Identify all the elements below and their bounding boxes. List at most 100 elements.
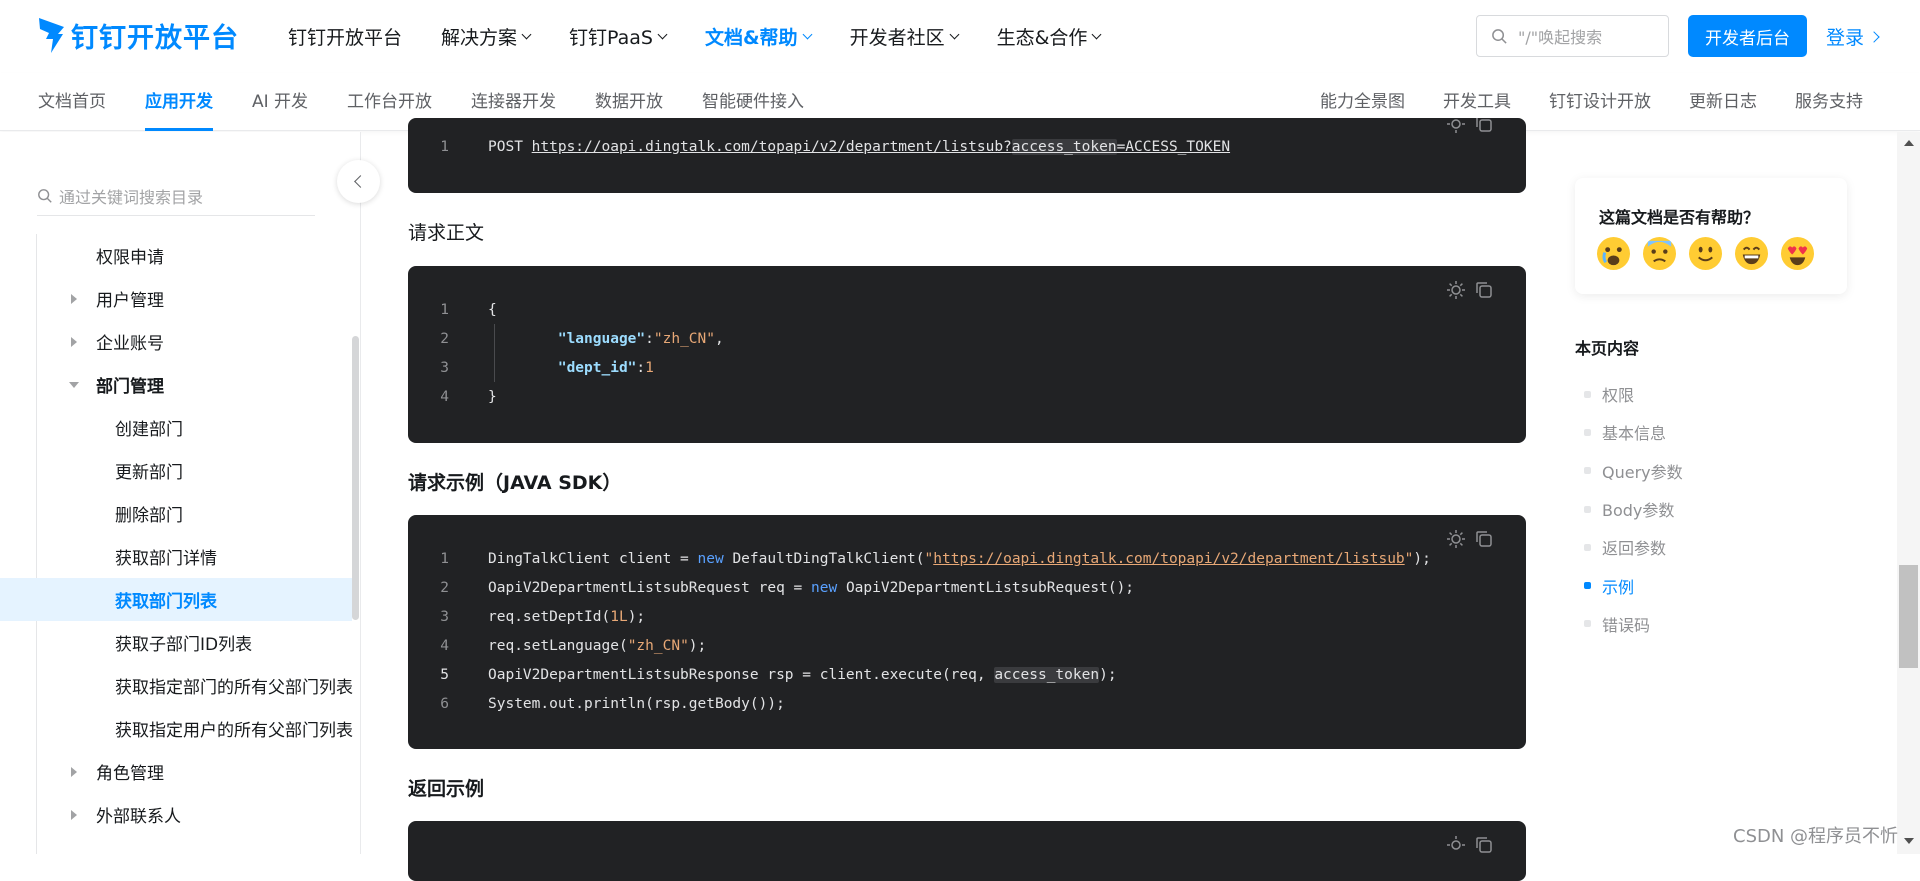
nav-dingtalk-open-platform[interactable]: 钉钉开放平台 bbox=[288, 23, 402, 50]
logo-text: 钉钉开放平台 bbox=[71, 22, 239, 54]
copy-icon[interactable] bbox=[1474, 529, 1494, 549]
code-line: 3 "dept_id":1 bbox=[440, 359, 654, 376]
page-scrollbar-thumb[interactable] bbox=[1899, 565, 1918, 668]
caret-right-icon bbox=[71, 336, 77, 347]
code-line: 4 req.setLanguage("zh_CN"); bbox=[440, 637, 707, 654]
sidebar-item-delete-dept[interactable]: 删除部门 bbox=[0, 492, 352, 535]
sidebar-item-user-mgmt[interactable]: 用户管理 bbox=[0, 277, 352, 320]
nav-docs-help[interactable]: 文档&帮助 bbox=[705, 23, 813, 50]
dingtalk-bird-icon bbox=[39, 18, 64, 53]
toc-item-permission[interactable]: 权限 bbox=[1584, 375, 1683, 413]
sidebar-item-get-dept-list[interactable]: 获取部门列表 bbox=[0, 578, 352, 621]
crying-face-icon[interactable] bbox=[1597, 237, 1630, 270]
page-scrollbar-track[interactable] bbox=[1897, 132, 1920, 854]
toc-item-error-codes[interactable]: 错误码 bbox=[1584, 605, 1683, 643]
sdk-url-link[interactable]: https://oapi.dingtalk.com/topapi/v2/depa… bbox=[933, 551, 1404, 567]
caret-right-icon bbox=[71, 766, 77, 777]
top-nav: 钉钉开放平台 解决方案 钉钉PaaS 文档&帮助 开发者社区 生态&合作 bbox=[288, 0, 1139, 73]
copy-icon[interactable] bbox=[1474, 280, 1494, 300]
sidebar-item-get-user-parents[interactable]: 获取指定用户的所有父部门列表 bbox=[0, 707, 353, 750]
toc-item-query-params[interactable]: Query参数 bbox=[1584, 452, 1683, 490]
search-icon bbox=[38, 188, 52, 203]
chevron-down-icon bbox=[657, 29, 668, 39]
toc-item-basic-info[interactable]: 基本信息 bbox=[1584, 413, 1683, 451]
copy-icon[interactable] bbox=[1474, 118, 1494, 134]
scroll-down-arrow-icon[interactable] bbox=[1904, 838, 1914, 844]
chevron-down-icon bbox=[802, 29, 813, 39]
code-line: 2 "language": "zh_CN", bbox=[440, 330, 724, 347]
nav-dev-community[interactable]: 开发者社区 bbox=[850, 23, 960, 50]
sidebar-collapse-button[interactable] bbox=[337, 160, 380, 203]
theme-toggle-icon[interactable] bbox=[1446, 118, 1466, 134]
theme-toggle-icon[interactable] bbox=[1446, 529, 1466, 549]
section-title-sdk-example: 请求示例（JAVA SDK） bbox=[408, 472, 622, 494]
subnav-ai-dev[interactable]: AI 开发 bbox=[252, 73, 308, 131]
toc-item-return-params[interactable]: 返回参数 bbox=[1584, 528, 1683, 566]
feedback-card: 这篇文档是否有帮助？ bbox=[1575, 178, 1847, 294]
subnav-app-dev[interactable]: 应用开发 bbox=[145, 73, 213, 131]
csdn-watermark: CSDN @程序员不忻 bbox=[1733, 826, 1899, 847]
sidebar-item-create-dept[interactable]: 创建部门 bbox=[0, 406, 352, 449]
request-url-link[interactable]: https://oapi.dingtalk.com/topapi/v2/depa… bbox=[532, 139, 1012, 155]
code-line: 2 OapiV2DepartmentListsubRequest req = ne… bbox=[440, 579, 1135, 596]
chevron-right-icon bbox=[1868, 30, 1880, 43]
response-example-code-block bbox=[408, 821, 1526, 881]
login-link[interactable]: 登录 bbox=[1826, 23, 1880, 50]
sdk-example-code-block: 1 DingTalkClient client = new DefaultDing… bbox=[408, 515, 1526, 749]
feedback-emoji-row bbox=[1597, 237, 1814, 270]
developer-console-button[interactable]: 开发者后台 bbox=[1688, 15, 1807, 57]
sidebar-item-external-contacts[interactable]: 外部联系人 bbox=[0, 793, 352, 836]
sidebar-item-get-dept-parents[interactable]: 获取指定部门的所有父部门列表 bbox=[0, 664, 353, 707]
feedback-question: 这篇文档是否有帮助？ bbox=[1599, 208, 1760, 227]
toc-item-example[interactable]: 示例 bbox=[1584, 566, 1683, 604]
sidebar-item-update-dept[interactable]: 更新部门 bbox=[0, 449, 352, 492]
slightly-smiling-face-icon[interactable] bbox=[1689, 237, 1722, 270]
sidebar-tree: 权限申请 用户管理 企业账号 部门管理 创建部门 更新部门 删除部门 获取部门详… bbox=[0, 234, 353, 836]
subnav-design[interactable]: 钉钉设计开放 bbox=[1549, 73, 1651, 131]
section-title-response-example: 返回示例 bbox=[408, 778, 485, 800]
sidebar-item-permission-apply[interactable]: 权限申请 bbox=[0, 234, 352, 277]
code-line: 3 req.setDeptId(1L); bbox=[440, 608, 646, 625]
nav-solutions[interactable]: 解决方案 bbox=[441, 23, 532, 50]
search-placeholder: "/"唤起搜索 bbox=[1518, 28, 1603, 47]
search-icon bbox=[1492, 28, 1507, 44]
toc-item-body-params[interactable]: Body参数 bbox=[1584, 490, 1683, 528]
code-line: 1 DingTalkClient client = new DefaultDing… bbox=[440, 550, 1431, 567]
dingtalk-logo[interactable]: 钉钉开放平台 bbox=[37, 13, 239, 57]
nav-paas[interactable]: 钉钉PaaS bbox=[569, 23, 668, 50]
subnav-docs-home[interactable]: 文档首页 bbox=[38, 73, 106, 131]
code-line: 4} bbox=[440, 388, 497, 405]
nav-ecosystem[interactable]: 生态&合作 bbox=[997, 23, 1102, 50]
request-url-code-block: 1 POST https://oapi.dingtalk.com/topapi/v… bbox=[408, 118, 1526, 193]
code-line: 1{ bbox=[440, 301, 497, 318]
chevron-down-icon bbox=[521, 29, 532, 39]
top-header: 钉钉开放平台 钉钉开放平台 解决方案 钉钉PaaS 文档&帮助 开发者社区 生态… bbox=[0, 0, 1920, 73]
sidebar-item-dept-mgmt[interactable]: 部门管理 bbox=[0, 363, 352, 406]
copy-icon[interactable] bbox=[1474, 835, 1494, 855]
code-line: 5 OapiV2DepartmentListsubResponse rsp = c… bbox=[440, 666, 1117, 683]
theme-toggle-icon[interactable] bbox=[1446, 280, 1466, 300]
sidebar-item-role-mgmt[interactable]: 角色管理 bbox=[0, 750, 352, 793]
table-of-contents: 权限 基本信息 Query参数 Body参数 返回参数 示例 错误码 bbox=[1584, 375, 1683, 643]
grinning-face-icon[interactable] bbox=[1735, 237, 1768, 270]
scroll-up-arrow-icon[interactable] bbox=[1904, 140, 1914, 146]
subnav-changelog[interactable]: 更新日志 bbox=[1689, 73, 1757, 131]
subnav-support[interactable]: 服务支持 bbox=[1795, 73, 1863, 131]
toc-title: 本页内容 bbox=[1575, 339, 1640, 358]
anxious-face-icon[interactable] bbox=[1643, 237, 1676, 270]
chevron-down-icon bbox=[1091, 29, 1102, 39]
sidebar-item-enterprise-account[interactable]: 企业账号 bbox=[0, 320, 352, 363]
sidebar-item-get-dept-detail[interactable]: 获取部门详情 bbox=[0, 535, 352, 578]
heart-eyes-face-icon[interactable] bbox=[1781, 237, 1814, 270]
sidebar-search-placeholder: 通过关键词搜索目录 bbox=[59, 187, 204, 207]
sidebar-item-get-sub-dept-ids[interactable]: 获取子部门ID列表 bbox=[0, 621, 352, 664]
theme-toggle-icon[interactable] bbox=[1446, 835, 1466, 855]
caret-down-icon bbox=[69, 381, 79, 388]
sidebar-search-input[interactable]: 通过关键词搜索目录 bbox=[37, 176, 315, 216]
request-body-code-block: 1{ 2 "language": "zh_CN", 3 "dept_id":1 4… bbox=[408, 266, 1526, 443]
global-search-input[interactable]: "/"唤起搜索 bbox=[1476, 15, 1669, 57]
chevron-down-icon bbox=[949, 29, 960, 39]
chevron-left-icon bbox=[354, 175, 367, 188]
code-line: 1 POST https://oapi.dingtalk.com/topapi/v… bbox=[440, 138, 1231, 155]
sidebar-scrollbar[interactable] bbox=[352, 336, 359, 620]
